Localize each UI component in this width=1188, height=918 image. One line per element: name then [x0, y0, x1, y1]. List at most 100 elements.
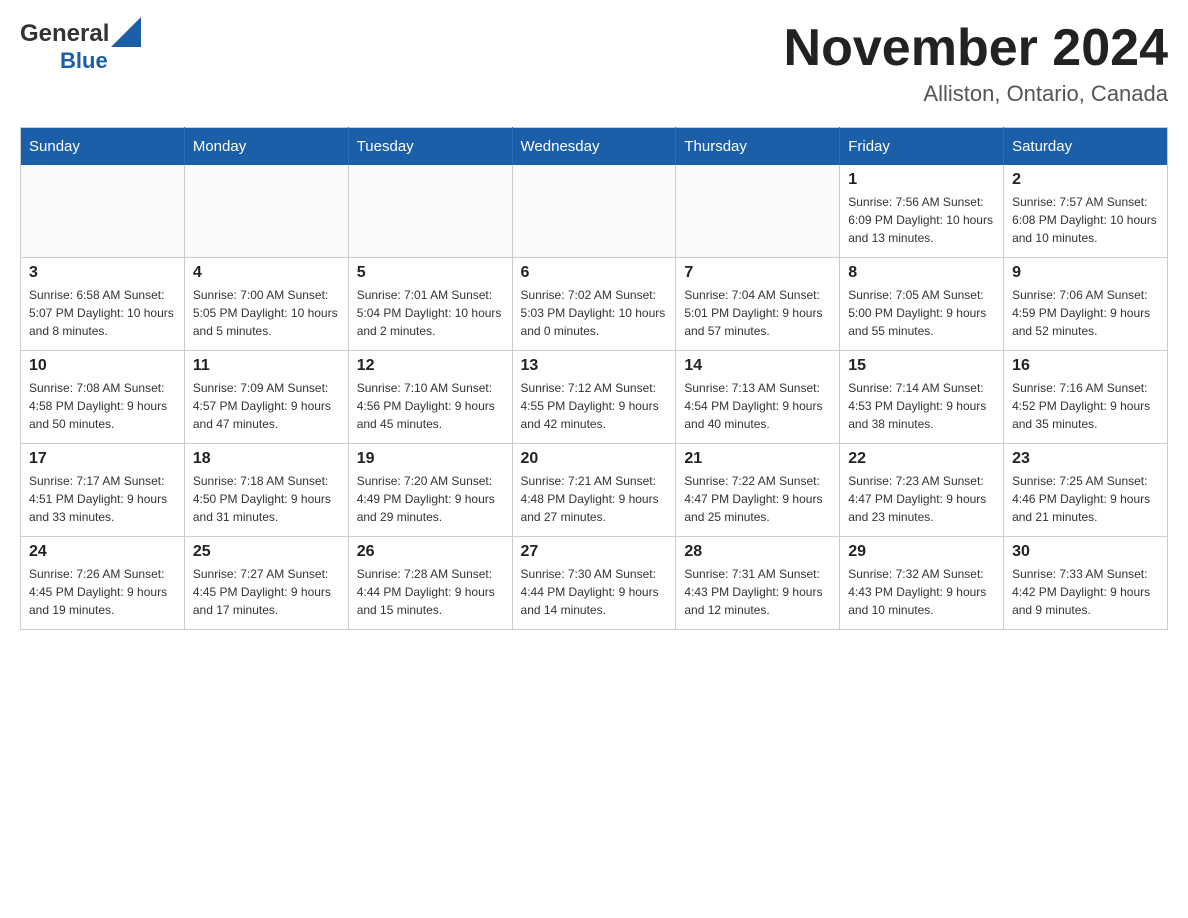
day-number: 13	[521, 357, 668, 375]
calendar-day: 12 Sunrise: 7:10 AM Sunset: 4:56 PM Dayli…	[348, 351, 512, 444]
day-info: Sunrise: 7:25 AM Sunset: 4:46 PM Dayligh…	[1012, 472, 1159, 526]
day-header-tuesday: Tuesday	[348, 128, 512, 166]
day-info: Sunrise: 7:57 AM Sunset: 6:08 PM Dayligh…	[1012, 193, 1159, 247]
calendar-day: 14 Sunrise: 7:13 AM Sunset: 4:54 PM Dayli…	[676, 351, 840, 444]
calendar-day: 16 Sunrise: 7:16 AM Sunset: 4:52 PM Dayli…	[1004, 351, 1168, 444]
calendar-week-5: 24 Sunrise: 7:26 AM Sunset: 4:45 PM Dayli…	[21, 537, 1168, 630]
day-info: Sunrise: 7:16 AM Sunset: 4:52 PM Dayligh…	[1012, 379, 1159, 433]
day-number: 26	[357, 543, 504, 561]
calendar-week-4: 17 Sunrise: 7:17 AM Sunset: 4:51 PM Dayli…	[21, 444, 1168, 537]
calendar-day: 20 Sunrise: 7:21 AM Sunset: 4:48 PM Dayli…	[512, 444, 676, 537]
day-number: 17	[29, 450, 176, 468]
day-number: 9	[1012, 264, 1159, 282]
day-info: Sunrise: 7:23 AM Sunset: 4:47 PM Dayligh…	[848, 472, 995, 526]
day-number: 8	[848, 264, 995, 282]
day-number: 4	[193, 264, 340, 282]
day-number: 27	[521, 543, 668, 561]
calendar-day	[184, 165, 348, 258]
day-info: Sunrise: 7:32 AM Sunset: 4:43 PM Dayligh…	[848, 565, 995, 619]
day-info: Sunrise: 7:22 AM Sunset: 4:47 PM Dayligh…	[684, 472, 831, 526]
day-number: 11	[193, 357, 340, 375]
day-header-wednesday: Wednesday	[512, 128, 676, 166]
calendar-day: 5Sunrise: 7:01 AM Sunset: 5:04 PM Daylig…	[348, 258, 512, 351]
calendar-week-1: 1Sunrise: 7:56 AM Sunset: 6:09 PM Daylig…	[21, 165, 1168, 258]
day-info: Sunrise: 7:00 AM Sunset: 5:05 PM Dayligh…	[193, 286, 340, 340]
calendar-day: 24 Sunrise: 7:26 AM Sunset: 4:45 PM Dayli…	[21, 537, 185, 630]
calendar-day: 28Sunrise: 7:31 AM Sunset: 4:43 PM Dayli…	[676, 537, 840, 630]
day-number: 7	[684, 264, 831, 282]
page-header: General Blue November 2024 Alliston, Ont…	[20, 20, 1168, 107]
day-info: Sunrise: 7:56 AM Sunset: 6:09 PM Dayligh…	[848, 193, 995, 247]
calendar-day: 7 Sunrise: 7:04 AM Sunset: 5:01 PM Daylig…	[676, 258, 840, 351]
day-number: 24	[29, 543, 176, 561]
calendar-day: 6 Sunrise: 7:02 AM Sunset: 5:03 PM Daylig…	[512, 258, 676, 351]
day-info: Sunrise: 7:13 AM Sunset: 4:54 PM Dayligh…	[684, 379, 831, 433]
day-number: 10	[29, 357, 176, 375]
day-info: Sunrise: 7:09 AM Sunset: 4:57 PM Dayligh…	[193, 379, 340, 433]
month-title: November 2024	[784, 20, 1168, 77]
calendar-day: 13 Sunrise: 7:12 AM Sunset: 4:55 PM Dayli…	[512, 351, 676, 444]
day-number: 20	[521, 450, 668, 468]
calendar-body: 1Sunrise: 7:56 AM Sunset: 6:09 PM Daylig…	[21, 165, 1168, 630]
day-number: 29	[848, 543, 995, 561]
day-number: 18	[193, 450, 340, 468]
day-info: Sunrise: 7:06 AM Sunset: 4:59 PM Dayligh…	[1012, 286, 1159, 340]
logo: General Blue	[20, 20, 141, 74]
location-title: Alliston, Ontario, Canada	[784, 81, 1168, 107]
calendar-day: 21Sunrise: 7:22 AM Sunset: 4:47 PM Dayli…	[676, 444, 840, 537]
day-info: Sunrise: 7:26 AM Sunset: 4:45 PM Dayligh…	[29, 565, 176, 619]
day-info: Sunrise: 7:33 AM Sunset: 4:42 PM Dayligh…	[1012, 565, 1159, 619]
day-info: Sunrise: 7:08 AM Sunset: 4:58 PM Dayligh…	[29, 379, 176, 433]
day-info: Sunrise: 7:30 AM Sunset: 4:44 PM Dayligh…	[521, 565, 668, 619]
calendar-day: 30Sunrise: 7:33 AM Sunset: 4:42 PM Dayli…	[1004, 537, 1168, 630]
day-header-saturday: Saturday	[1004, 128, 1168, 166]
logo-blue-text: Blue	[60, 48, 141, 74]
day-info: Sunrise: 7:04 AM Sunset: 5:01 PM Dayligh…	[684, 286, 831, 340]
day-number: 6	[521, 264, 668, 282]
calendar-day: 9 Sunrise: 7:06 AM Sunset: 4:59 PM Daylig…	[1004, 258, 1168, 351]
calendar-day: 10 Sunrise: 7:08 AM Sunset: 4:58 PM Dayli…	[21, 351, 185, 444]
day-info: Sunrise: 7:18 AM Sunset: 4:50 PM Dayligh…	[193, 472, 340, 526]
calendar-day	[21, 165, 185, 258]
calendar-day	[676, 165, 840, 258]
day-info: Sunrise: 7:12 AM Sunset: 4:55 PM Dayligh…	[521, 379, 668, 433]
logo-icon	[111, 17, 141, 47]
day-info: Sunrise: 7:21 AM Sunset: 4:48 PM Dayligh…	[521, 472, 668, 526]
calendar-day: 29 Sunrise: 7:32 AM Sunset: 4:43 PM Dayli…	[840, 537, 1004, 630]
calendar-day: 22Sunrise: 7:23 AM Sunset: 4:47 PM Dayli…	[840, 444, 1004, 537]
calendar-week-3: 10 Sunrise: 7:08 AM Sunset: 4:58 PM Dayli…	[21, 351, 1168, 444]
day-header-friday: Friday	[840, 128, 1004, 166]
calendar-day: 15Sunrise: 7:14 AM Sunset: 4:53 PM Dayli…	[840, 351, 1004, 444]
day-number: 12	[357, 357, 504, 375]
calendar-day: 2 Sunrise: 7:57 AM Sunset: 6:08 PM Daylig…	[1004, 165, 1168, 258]
day-info: Sunrise: 7:05 AM Sunset: 5:00 PM Dayligh…	[848, 286, 995, 340]
day-number: 19	[357, 450, 504, 468]
day-number: 15	[848, 357, 995, 375]
calendar-day: 1Sunrise: 7:56 AM Sunset: 6:09 PM Daylig…	[840, 165, 1004, 258]
day-info: Sunrise: 7:27 AM Sunset: 4:45 PM Dayligh…	[193, 565, 340, 619]
calendar-day: 26 Sunrise: 7:28 AM Sunset: 4:44 PM Dayli…	[348, 537, 512, 630]
day-info: Sunrise: 6:58 AM Sunset: 5:07 PM Dayligh…	[29, 286, 176, 340]
day-info: Sunrise: 7:10 AM Sunset: 4:56 PM Dayligh…	[357, 379, 504, 433]
calendar-day: 3Sunrise: 6:58 AM Sunset: 5:07 PM Daylig…	[21, 258, 185, 351]
calendar-table: SundayMondayTuesdayWednesdayThursdayFrid…	[20, 127, 1168, 630]
calendar-week-2: 3Sunrise: 6:58 AM Sunset: 5:07 PM Daylig…	[21, 258, 1168, 351]
calendar-day: 11 Sunrise: 7:09 AM Sunset: 4:57 PM Dayli…	[184, 351, 348, 444]
calendar-day: 17 Sunrise: 7:17 AM Sunset: 4:51 PM Dayli…	[21, 444, 185, 537]
day-info: Sunrise: 7:28 AM Sunset: 4:44 PM Dayligh…	[357, 565, 504, 619]
day-info: Sunrise: 7:02 AM Sunset: 5:03 PM Dayligh…	[521, 286, 668, 340]
day-info: Sunrise: 7:31 AM Sunset: 4:43 PM Dayligh…	[684, 565, 831, 619]
day-number: 23	[1012, 450, 1159, 468]
day-number: 14	[684, 357, 831, 375]
day-number: 16	[1012, 357, 1159, 375]
calendar-day: 23 Sunrise: 7:25 AM Sunset: 4:46 PM Dayli…	[1004, 444, 1168, 537]
calendar-header: SundayMondayTuesdayWednesdayThursdayFrid…	[21, 128, 1168, 166]
calendar-day: 18 Sunrise: 7:18 AM Sunset: 4:50 PM Dayli…	[184, 444, 348, 537]
calendar-day: 8 Sunrise: 7:05 AM Sunset: 5:00 PM Daylig…	[840, 258, 1004, 351]
day-info: Sunrise: 7:17 AM Sunset: 4:51 PM Dayligh…	[29, 472, 176, 526]
title-block: November 2024 Alliston, Ontario, Canada	[784, 20, 1168, 107]
calendar-day	[348, 165, 512, 258]
day-number: 25	[193, 543, 340, 561]
calendar-day: 25 Sunrise: 7:27 AM Sunset: 4:45 PM Dayli…	[184, 537, 348, 630]
day-number: 2	[1012, 171, 1159, 189]
